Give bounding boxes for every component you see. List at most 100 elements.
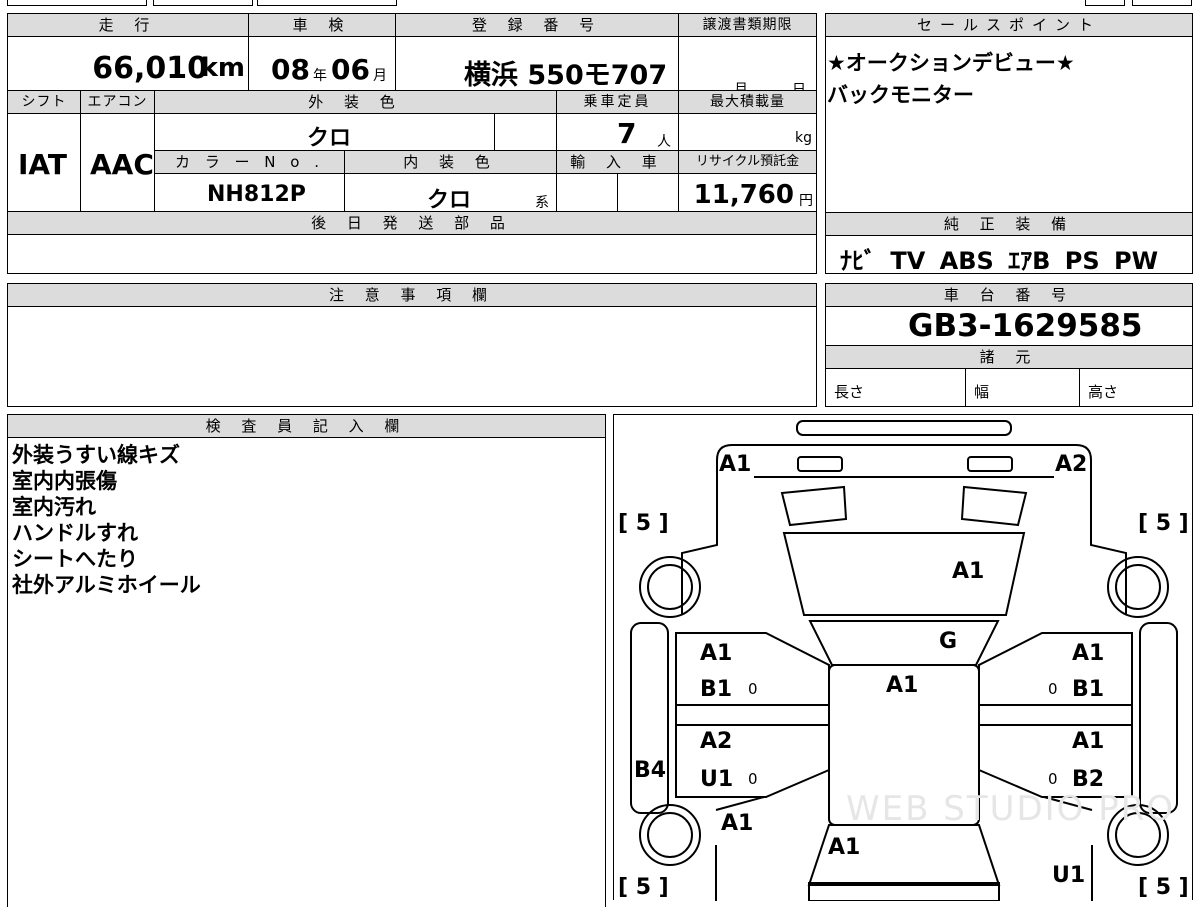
max-load-cell: kg <box>678 113 817 151</box>
interior-color-header: 内 装 色 <box>344 150 557 174</box>
exterior-color-extra-cell <box>494 113 557 151</box>
damage-diagram-panel: [ 5 ] [ 5 ] [ 5 ] [ 5 ] A1 A2 A1 G A1 A1… <box>613 414 1193 901</box>
bracket-rear-left: [ 5 ] <box>618 875 669 900</box>
spec-height-label: 高さ <box>1088 383 1119 401</box>
mark-rear-left-door-a: A2 <box>700 729 733 754</box>
sales-points-header: セールスポイント <box>825 13 1193 37</box>
chassis-header: 車 台 番 号 <box>825 283 1193 307</box>
recycle-fee-cell: 11,760 円 <box>678 173 817 212</box>
mark-rear-right-zero: 0 <box>1048 770 1058 788</box>
mark-left-step: B4 <box>634 758 667 783</box>
spec-length-cell: 長さ <box>825 368 966 407</box>
shift-cell: IAT <box>7 113 81 212</box>
ac-value: AAC <box>90 148 154 181</box>
later-parts-cell <box>7 234 817 274</box>
inspector-panel: 検 査 員 記 入 欄 外装うすい線キズ 室内内張傷 室内汚れ ハンドルすれ シ… <box>7 414 606 907</box>
ac-header: エアコン <box>80 90 155 114</box>
inspector-line-2: 室内内張傷 <box>12 469 117 493</box>
mark-bonnet: A1 <box>952 559 985 584</box>
shaken-month: 06 <box>331 53 370 86</box>
shift-value: IAT <box>18 148 68 181</box>
mark-front-left: A1 <box>719 452 752 477</box>
color-no-header: カ ラ ー N o . <box>154 150 345 174</box>
recycle-fee-value: 11,760 <box>693 180 794 210</box>
inspector-line-5: シートへたり <box>12 547 138 571</box>
registration-header: 登 録 番 号 <box>395 13 679 37</box>
watermark: WEB STUDIO PRO <box>846 789 1176 829</box>
registration-value: 横浜 550モ707 <box>464 60 668 91</box>
mark-front-right-door-a: A1 <box>1072 641 1105 666</box>
mark-front-right-door-b: B1 <box>1072 677 1105 702</box>
mark-tailgate: A1 <box>828 835 861 860</box>
capacity-unit: 人 <box>657 134 671 150</box>
sales-points-body: ★オークションデビュー★ バックモニター <box>825 36 1193 213</box>
interior-color-cell: クロ 系 <box>344 173 557 212</box>
mark-rear-left-door-u: U1 <box>700 767 734 792</box>
equipment-body: ﾅﾋﾞ TV ABS ｴｱB PS PW <box>825 235 1193 274</box>
spec-width-label: 幅 <box>974 383 990 401</box>
interior-color-value: クロ <box>427 188 472 212</box>
inspector-line-3: 室内汚れ <box>12 495 96 519</box>
shaken-month-unit: 月 <box>373 68 387 84</box>
color-no-value: NH812P <box>207 182 306 207</box>
capacity-cell: 7 人 <box>556 113 679 151</box>
shaken-header: 車 検 <box>248 13 396 37</box>
equipment-header: 純 正 装 備 <box>825 212 1193 236</box>
mark-rear-left: A1 <box>721 811 754 836</box>
spec-height-cell: 高さ <box>1079 368 1193 407</box>
specs-header: 諸 元 <box>825 345 1193 369</box>
notes-header: 注 意 事 項 欄 <box>7 283 817 307</box>
shaken-year-unit: 年 <box>313 68 327 84</box>
mark-front-right: A2 <box>1055 452 1088 477</box>
mark-front-right-zero: 0 <box>1048 680 1058 698</box>
equipment-panel: 純 正 装 備 ﾅﾋﾞ TV ABS ｴｱB PS PW <box>825 212 1193 274</box>
mileage-unit: km <box>200 53 245 83</box>
exterior-color-cell: クロ <box>154 113 495 151</box>
vehicle-info-table: 走 行 車 検 登 録 番 号 譲渡書類期限 66,010 km 08 年 06… <box>7 13 817 274</box>
import-cell-b <box>617 173 679 212</box>
later-parts-header: 後 日 発 送 部 品 <box>7 211 817 235</box>
mark-roof: A1 <box>886 673 919 698</box>
exterior-color-header: 外 装 色 <box>154 90 557 114</box>
import-cell-a <box>556 173 618 212</box>
spec-width-cell: 幅 <box>965 368 1080 407</box>
exterior-color-value: クロ <box>307 126 352 151</box>
max-load-header: 最大積載量 <box>678 90 817 114</box>
sales-points-panel: セールスポイント ★オークションデビュー★ バックモニター <box>825 13 1193 213</box>
mark-windshield: G <box>939 629 958 654</box>
inspector-line-6: 社外アルミホイール <box>12 573 201 597</box>
ac-cell: AAC <box>80 113 155 212</box>
import-header: 輸 入 車 <box>556 150 679 174</box>
mileage-value: 66,010 <box>92 51 208 86</box>
transfer-deadline-header: 譲渡書類期限 <box>678 13 817 37</box>
capacity-value: 7 <box>617 117 637 150</box>
spec-length-label: 長さ <box>834 383 865 401</box>
color-no-cell: NH812P <box>154 173 345 212</box>
bracket-front-left: [ 5 ] <box>618 511 669 536</box>
mark-rear-right-door-a: A1 <box>1072 729 1105 754</box>
notes-body <box>7 306 817 407</box>
mark-front-left-zero: 0 <box>748 680 758 698</box>
notes-panel: 注 意 事 項 欄 <box>7 283 817 407</box>
interior-color-unit: 系 <box>535 195 549 211</box>
bracket-front-right: [ 5 ] <box>1138 511 1189 536</box>
mark-front-left-door-a: A1 <box>700 641 733 666</box>
max-load-unit: kg <box>795 130 812 146</box>
inspector-header: 検 査 員 記 入 欄 <box>7 414 606 438</box>
mileage-header: 走 行 <box>7 13 249 37</box>
shift-header: シフト <box>7 90 81 114</box>
inspector-line-4: ハンドルすれ <box>12 521 138 545</box>
chassis-body: GB3-1629585 <box>825 306 1193 346</box>
shaken-year: 08 <box>271 53 310 86</box>
sales-point-line-2: バックモニター <box>827 83 974 107</box>
sales-point-line-1: ★オークションデビュー★ <box>827 51 1075 75</box>
equipment-items: ﾅﾋﾞ TV ABS ｴｱB PS PW <box>840 247 1159 274</box>
mark-rear-right: U1 <box>1052 863 1086 888</box>
inspector-line-1: 外装うすい線キズ <box>12 443 180 467</box>
bracket-rear-right: [ 5 ] <box>1138 875 1189 900</box>
capacity-header: 乗車定員 <box>556 90 679 114</box>
inspector-body: 外装うすい線キズ 室内内張傷 室内汚れ ハンドルすれ シートへたり 社外アルミホ… <box>7 437 606 907</box>
mark-front-left-door-b: B1 <box>700 677 733 702</box>
chassis-panel: 車 台 番 号 GB3-1629585 諸 元 長さ 幅 高さ <box>825 283 1193 407</box>
recycle-fee-unit: 円 <box>799 193 813 209</box>
